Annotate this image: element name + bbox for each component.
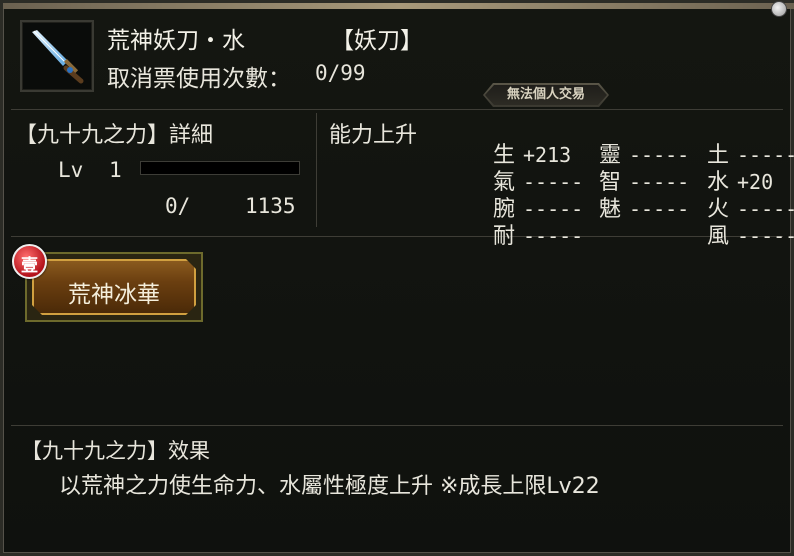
stat-value: ----- — [736, 224, 794, 248]
stat-key: 耐 — [492, 224, 515, 249]
divider-bottom — [11, 425, 783, 426]
divider-vertical — [316, 113, 317, 227]
item-name: 荒神妖刀・水 — [107, 28, 245, 54]
ability-title: 能力上升 — [329, 123, 418, 148]
level-label: Lv — [58, 158, 84, 182]
skill-button-face: 荒神冰華 — [32, 259, 196, 315]
usage-label: 取消票使用次數： — [107, 66, 291, 92]
divider-top — [11, 109, 783, 110]
window-top-border — [3, 3, 794, 9]
stat-key: 風 — [706, 224, 729, 249]
stat-key: 魅 — [598, 197, 621, 222]
close-icon[interactable] — [771, 1, 787, 17]
no-trade-label: 無法個人交易 — [485, 85, 607, 105]
no-trade-badge: 無法個人交易 — [483, 83, 609, 107]
usage-value: 0/99 — [315, 61, 366, 85]
effect-description: 以荒神之力使生命力、水屬性極度上升 ※成長上限Lv22 — [59, 474, 600, 499]
item-tooltip-window: 荒神妖刀・水 【妖刀】 取消票使用次數： 0/99 無法個人交易 【九十九之力】… — [0, 0, 794, 556]
sword-icon — [20, 20, 94, 92]
exp-progress-bar — [140, 161, 300, 175]
skill-rank-text: 壹 — [21, 256, 38, 276]
item-type-tag: 【妖刀】 — [331, 28, 423, 54]
power-detail-title: 【九十九之力】詳細 — [15, 123, 214, 148]
stat-charisma: 魅 ----- — [571, 173, 689, 246]
exp-max: 1135 — [245, 194, 296, 218]
level-value: 1 — [109, 158, 122, 182]
skill-rank-badge: 壹 — [12, 244, 47, 279]
effect-title: 【九十九之力】效果 — [21, 439, 210, 463]
exp-current: 0/ — [165, 194, 191, 218]
skill-button[interactable]: 荒神冰華 — [25, 252, 203, 322]
stat-endurance: 耐 ----- — [465, 200, 583, 273]
skill-label: 荒神冰華 — [68, 282, 160, 308]
stat-wind: 風 ----- — [679, 200, 794, 273]
